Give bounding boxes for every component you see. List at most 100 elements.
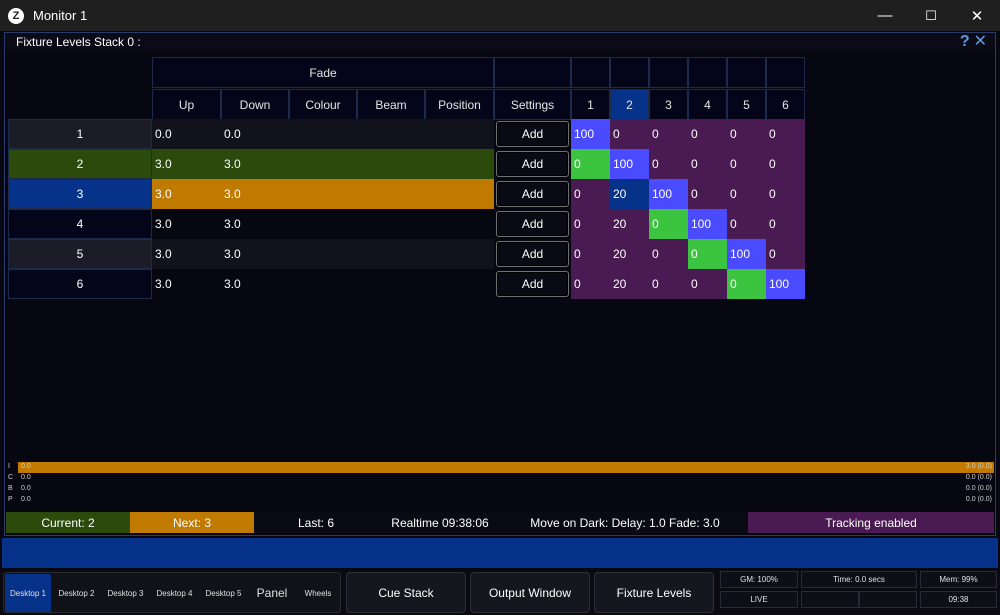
fade-up-value[interactable]: 3.0 [152, 269, 221, 299]
fixture-level-cell[interactable]: 100 [766, 269, 805, 299]
fixture-level-cell[interactable]: 0 [766, 179, 805, 209]
desktop-3-button[interactable]: Desktop 3 [101, 574, 150, 612]
fixture-level-cell[interactable]: 0 [727, 179, 766, 209]
fixture-level-cell[interactable]: 20 [610, 239, 649, 269]
minimize-button[interactable]: — [862, 0, 908, 31]
fixture-level-cell[interactable]: 0 [688, 179, 727, 209]
fixture-header-4[interactable]: 4 [688, 89, 727, 120]
fixture-header-2[interactable]: 2 [610, 89, 649, 120]
app-logo-icon: Z [8, 7, 24, 24]
fixture-level-cell[interactable]: 0 [766, 239, 805, 269]
cue-row-label[interactable]: 3 [8, 179, 152, 209]
fixture-level-cell[interactable]: 20 [610, 269, 649, 299]
fixture-level-cell[interactable]: 20 [610, 179, 649, 209]
cue-row-label[interactable]: 6 [8, 269, 152, 299]
fixture-header-6[interactable]: 6 [766, 89, 805, 120]
cue-row-label[interactable]: 5 [8, 239, 152, 269]
move-on-dark-status: Move on Dark: Delay: 1.0 Fade: 3.0 [530, 515, 720, 530]
cue-row-label[interactable]: 2 [8, 149, 152, 179]
fixture-level-cell[interactable]: 0 [727, 209, 766, 239]
fade-up-value[interactable]: 3.0 [152, 239, 221, 269]
fixture-header-3[interactable]: 3 [649, 89, 688, 120]
cue-row-label[interactable]: 1 [8, 119, 152, 149]
add-settings-button[interactable]: Add [496, 211, 569, 237]
close-panel-icon[interactable]: ✕ [974, 34, 987, 50]
close-window-button[interactable]: ✕ [954, 0, 1000, 31]
column-header-beam[interactable]: Beam [357, 89, 425, 120]
add-settings-button[interactable]: Add [496, 121, 569, 147]
fixture-level-cell[interactable]: 0 [766, 209, 805, 239]
fixture-level-cell[interactable]: 20 [610, 209, 649, 239]
fixture-group-header [571, 57, 610, 88]
fade-up-value[interactable]: 3.0 [152, 209, 221, 239]
fixture-level-cell[interactable]: 100 [571, 119, 610, 149]
fixture-level-cell[interactable]: 100 [688, 209, 727, 239]
fade-down-value[interactable]: 3.0 [221, 149, 289, 179]
column-header-up[interactable]: Up [152, 89, 221, 120]
desktop-2-button[interactable]: Desktop 2 [52, 574, 101, 612]
fixture-group-header [766, 57, 805, 88]
fade-up-value[interactable]: 3.0 [152, 179, 221, 209]
wheels-button[interactable]: Wheels [296, 574, 340, 612]
fixture-levels-button[interactable]: Fixture Levels [594, 572, 714, 613]
fixture-level-cell[interactable]: 0 [688, 269, 727, 299]
fixture-level-cell[interactable]: 0 [688, 239, 727, 269]
fixture-level-cell[interactable]: 0 [766, 119, 805, 149]
fixture-level-cell[interactable]: 0 [571, 149, 610, 179]
fixture-level-cell[interactable]: 0 [688, 149, 727, 179]
fade-down-value[interactable]: 3.0 [221, 209, 289, 239]
column-header-colour[interactable]: Colour [289, 89, 357, 120]
level-bars: I 0.0 3.0 (0.0) C 0.0 0.0 (0.0) B 0.0 0.0 (0.0) P… [6, 462, 994, 508]
fade-group-header: Fade [152, 57, 494, 88]
panel-button[interactable]: Panel [248, 574, 296, 612]
add-settings-button[interactable]: Add [496, 181, 569, 207]
fixture-group-header [610, 57, 649, 88]
desktop-1-button[interactable]: Desktop 1 [5, 574, 51, 612]
fixture-level-cell[interactable]: 0 [727, 269, 766, 299]
fade-down-value[interactable]: 0.0 [221, 119, 289, 149]
fixture-level-cell[interactable]: 0 [649, 269, 688, 299]
fixture-level-cell[interactable]: 0 [766, 149, 805, 179]
fixture-header-5[interactable]: 5 [727, 89, 766, 120]
fixture-level-cell[interactable]: 100 [610, 149, 649, 179]
fixture-header-1[interactable]: 1 [571, 89, 610, 120]
live-indicator[interactable]: LIVE [720, 591, 798, 608]
fixture-level-cell[interactable]: 0 [688, 119, 727, 149]
add-settings-button[interactable]: Add [496, 271, 569, 297]
maximize-button[interactable]: ☐ [908, 0, 954, 31]
fixture-level-cell[interactable]: 0 [571, 209, 610, 239]
fade-down-value[interactable]: 3.0 [221, 269, 289, 299]
fixture-level-cell[interactable]: 100 [649, 179, 688, 209]
fixture-level-cell[interactable]: 0 [571, 179, 610, 209]
fade-down-value[interactable]: 3.0 [221, 239, 289, 269]
desktop-4-button[interactable]: Desktop 4 [150, 574, 199, 612]
output-window-button[interactable]: Output Window [470, 572, 590, 613]
fixture-level-cell[interactable]: 0 [649, 119, 688, 149]
column-header-down[interactable]: Down [221, 89, 289, 120]
fixture-level-cell[interactable]: 0 [571, 239, 610, 269]
fade-up-value[interactable]: 3.0 [152, 149, 221, 179]
command-line-strip[interactable] [2, 538, 998, 568]
fade-down-value[interactable]: 3.0 [221, 179, 289, 209]
fixture-level-cell[interactable]: 0 [649, 209, 688, 239]
fixture-level-cell[interactable]: 0 [727, 149, 766, 179]
fixture-level-cell[interactable]: 0 [649, 239, 688, 269]
cue-stack-button[interactable]: Cue Stack [346, 572, 466, 613]
help-icon[interactable]: ? [960, 34, 970, 50]
cue-row-label[interactable]: 4 [8, 209, 152, 239]
column-header-settings[interactable]: Settings [494, 89, 571, 120]
desktop-5-button[interactable]: Desktop 5 [199, 574, 248, 612]
add-settings-button[interactable]: Add [496, 241, 569, 267]
fixture-level-cell[interactable]: 0 [610, 119, 649, 149]
fixture-level-cell[interactable]: 0 [571, 269, 610, 299]
fixture-level-cell[interactable]: 100 [727, 239, 766, 269]
fixture-level-cell[interactable]: 0 [727, 119, 766, 149]
bottom-toolbar: Desktop 1 Desktop 2 Desktop 3 Desktop 4 … [0, 570, 1000, 615]
clock-indicator: 09:38 [920, 591, 997, 608]
fade-up-value[interactable]: 0.0 [152, 119, 221, 149]
level-bar-tag: P [8, 496, 13, 503]
current-cue-status: Current: 2 [6, 512, 130, 533]
fixture-level-cell[interactable]: 0 [649, 149, 688, 179]
add-settings-button[interactable]: Add [496, 151, 569, 177]
column-header-position[interactable]: Position [425, 89, 494, 120]
